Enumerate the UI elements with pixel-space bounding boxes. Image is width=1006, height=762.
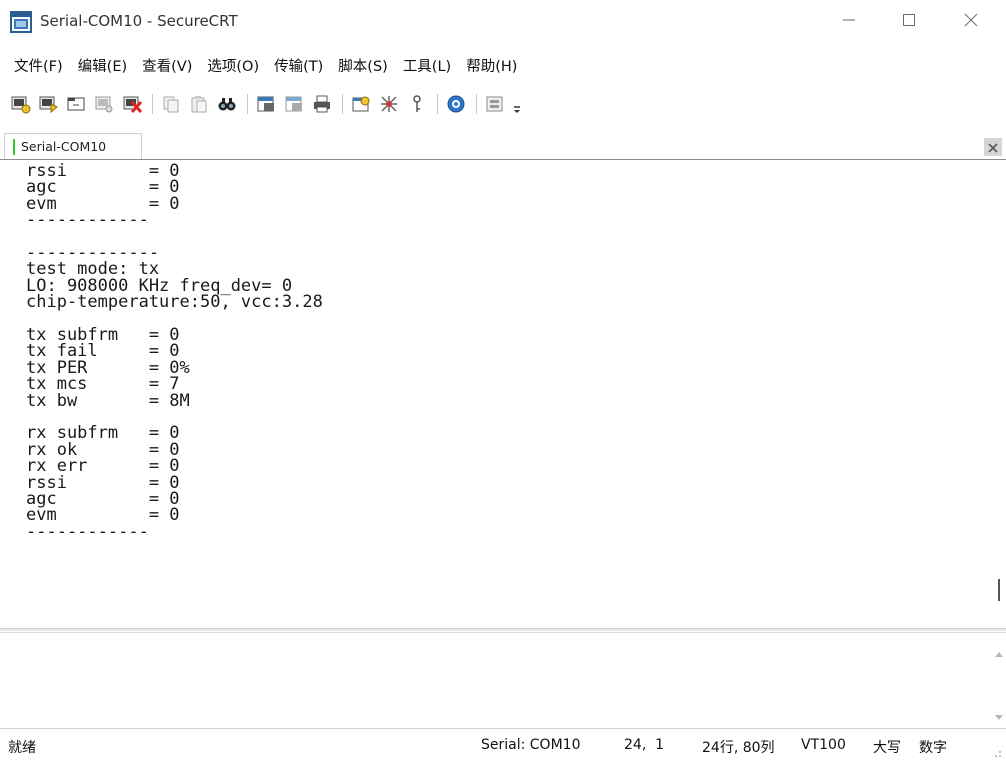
disconnect-icon[interactable] [120, 92, 144, 116]
command-window[interactable] [0, 632, 1006, 726]
terminal-line: ------------ [26, 521, 149, 542]
minimize-button[interactable] [826, 6, 872, 36]
toolbar-separator [476, 94, 477, 114]
menu-bar: 文件(F) 编辑(E) 查看(V) 选项(O) 传输(T) 脚本(S) 工具(L… [0, 50, 1006, 80]
connect-tab-icon[interactable] [64, 92, 88, 116]
title-bar: Serial-COM10 - SecureCRT [0, 0, 1006, 44]
toolbar-separator [247, 94, 248, 114]
terminal-scrollbar[interactable] [998, 579, 1000, 601]
toolbar-overflow-icon[interactable] [511, 92, 523, 116]
print-icon[interactable] [254, 92, 278, 116]
session-tab-strip: Serial-COM10 [0, 130, 1006, 160]
status-bar: 就绪 Serial: COM10 24, 1 24行, 80列 VT100 大写… [0, 728, 1006, 758]
securecrt-app-icon[interactable] [10, 11, 32, 33]
terminal-line: ------------ [26, 210, 149, 231]
menu-script[interactable]: 脚本(S) [338, 55, 388, 76]
toolbar [0, 86, 1006, 122]
printer-icon[interactable] [310, 92, 334, 116]
terminal-output[interactable]: rssi = 0 agc = 0 evm = 0 ------------ ------… [0, 161, 1006, 629]
status-ready: 就绪 [8, 740, 36, 756]
terminal-line: tx bw = 8M [26, 390, 190, 411]
status-num-lock: 数字 [919, 740, 947, 756]
session-options-icon[interactable] [349, 92, 373, 116]
close-button[interactable] [948, 6, 994, 36]
menu-tools[interactable]: 工具(L) [403, 55, 451, 76]
tab-label: Serial-COM10 [21, 139, 107, 154]
menu-file[interactable]: 文件(F) [14, 55, 63, 76]
paste-icon[interactable] [187, 92, 211, 116]
window-title: Serial-COM10 - SecureCRT [40, 12, 238, 30]
close-tab-button[interactable] [984, 138, 1002, 156]
menu-options[interactable]: 选项(O) [207, 55, 259, 76]
status-emulation: VT100 [801, 737, 846, 753]
maximize-button[interactable] [886, 6, 932, 36]
resize-grip-icon[interactable] [990, 743, 1002, 757]
sftp-icon[interactable] [483, 92, 507, 116]
connect-icon[interactable] [8, 92, 32, 116]
tab-active-marker [13, 138, 15, 155]
tab-serial-com10[interactable]: Serial-COM10 [4, 133, 142, 159]
terminal-line: chip-temperature:50, vcc:3.28 [26, 292, 323, 313]
global-options-icon[interactable] [377, 92, 401, 116]
close-icon [988, 138, 998, 157]
keymap-icon[interactable] [405, 92, 429, 116]
toolbar-separator [437, 94, 438, 114]
copy-icon[interactable] [159, 92, 183, 116]
menu-help[interactable]: 帮助(H) [466, 55, 517, 76]
status-terminal-size: 24行, 80列 [702, 740, 775, 756]
menu-edit[interactable]: 编辑(E) [78, 55, 127, 76]
menu-view[interactable]: 查看(V) [142, 55, 192, 76]
find-icon[interactable] [215, 92, 239, 116]
minimize-icon [842, 12, 856, 31]
print-selection-icon[interactable] [282, 92, 306, 116]
toolbar-separator [152, 94, 153, 114]
scroll-down-icon[interactable] [994, 707, 1004, 726]
help-icon[interactable] [444, 92, 468, 116]
close-icon [964, 12, 978, 31]
status-caps-lock: 大写 [873, 740, 901, 756]
status-cursor-position: 24, 1 [624, 737, 665, 753]
status-connection: Serial: COM10 [481, 737, 581, 753]
quick-connect-icon[interactable] [36, 92, 60, 116]
menu-transfer[interactable]: 传输(T) [274, 55, 323, 76]
reconnect-icon[interactable] [92, 92, 116, 116]
split-divider[interactable] [0, 628, 1006, 631]
maximize-icon [902, 12, 916, 31]
toolbar-separator [342, 94, 343, 114]
scroll-up-icon[interactable] [994, 643, 1004, 662]
